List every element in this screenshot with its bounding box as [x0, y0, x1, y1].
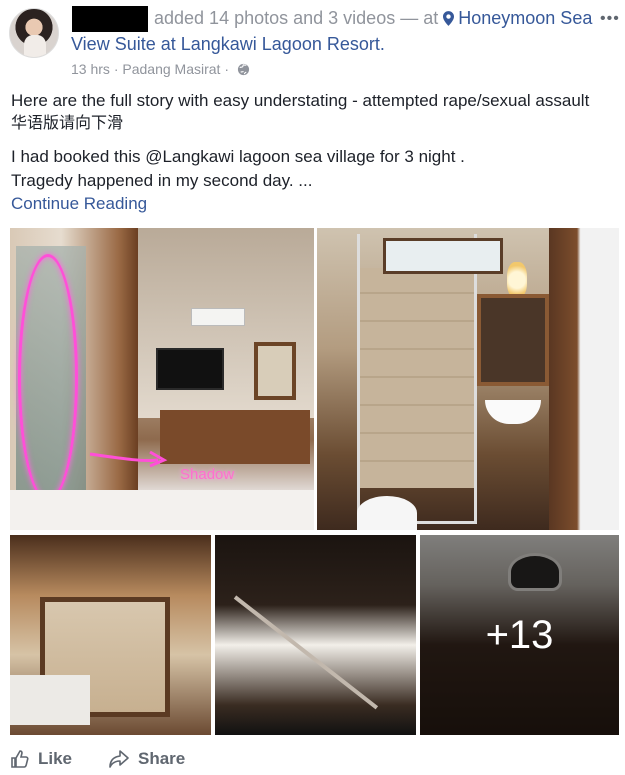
continue-reading-link[interactable]: Continue Reading — [11, 193, 616, 215]
post-text-line: Here are the full story with easy unders… — [11, 91, 590, 110]
photo-window — [383, 238, 503, 274]
photo-handrail — [233, 595, 379, 710]
activity-text: added 14 photos and 3 videos — [154, 8, 396, 28]
photo-mirror — [477, 294, 549, 386]
post-activity: added 14 photos and 3 videos — at Honeym… — [154, 8, 592, 29]
post-actions: Like Share — [10, 745, 615, 773]
thumbs-up-icon — [11, 750, 29, 768]
post-text-line: I had booked this @Langkawi lagoon sea v… — [11, 147, 465, 166]
photo-air-conditioner — [191, 308, 245, 326]
annotation-arrow-icon — [89, 450, 168, 468]
meta-separator: · — [113, 61, 119, 77]
location-link-continued[interactable]: View Suite at Langkawi Lagoon Resort. — [71, 34, 385, 55]
post-meta: 13 hrs · Padang Masirat · — [71, 61, 250, 77]
photo-tv — [156, 348, 224, 390]
place-link[interactable]: Padang Masirat — [122, 61, 220, 77]
redacted-name — [72, 6, 148, 32]
photo-sink — [485, 400, 541, 424]
post-header: added 14 photos and 3 videos — at Honeym… — [0, 0, 625, 84]
photo-room-door[interactable] — [10, 535, 211, 735]
photo-bedroom[interactable]: Shadow — [10, 228, 314, 530]
photo-shower-frame — [357, 234, 477, 524]
photo-bed — [10, 490, 314, 530]
share-button[interactable]: Share — [108, 749, 185, 769]
photo-desk — [160, 410, 310, 464]
avatar[interactable] — [9, 8, 59, 58]
photo-mirror — [254, 342, 296, 400]
meta-separator: · — [224, 61, 229, 77]
more-photos-count: +13 — [485, 612, 554, 657]
share-label: Share — [138, 749, 186, 768]
at-separator: — at — [400, 8, 439, 28]
photo-more[interactable]: +13 — [420, 535, 619, 735]
post-text-line: 华语版请向下滑 — [11, 115, 124, 132]
post-text-line: Tragedy happened in my second day. ... — [11, 171, 313, 190]
location-link[interactable]: Honeymoon Sea — [443, 8, 592, 28]
globe-icon[interactable] — [237, 63, 250, 76]
highlight-oval — [18, 254, 78, 502]
like-label: Like — [38, 749, 73, 768]
like-button[interactable]: Like — [10, 749, 72, 769]
photo-staircase[interactable] — [215, 535, 416, 735]
photo-bathroom[interactable] — [317, 228, 619, 530]
more-options-icon[interactable]: ••• — [600, 10, 620, 28]
timestamp[interactable]: 13 hrs — [71, 61, 110, 77]
photo-bed — [10, 675, 90, 725]
location-pin-icon — [443, 11, 455, 26]
photo-door — [549, 228, 619, 530]
shadow-label: Shadow — [180, 466, 235, 483]
photo-toilet — [357, 496, 417, 530]
location-name: Honeymoon Sea — [458, 8, 593, 28]
share-arrow-icon — [109, 750, 129, 768]
photo-lamp — [507, 262, 527, 298]
